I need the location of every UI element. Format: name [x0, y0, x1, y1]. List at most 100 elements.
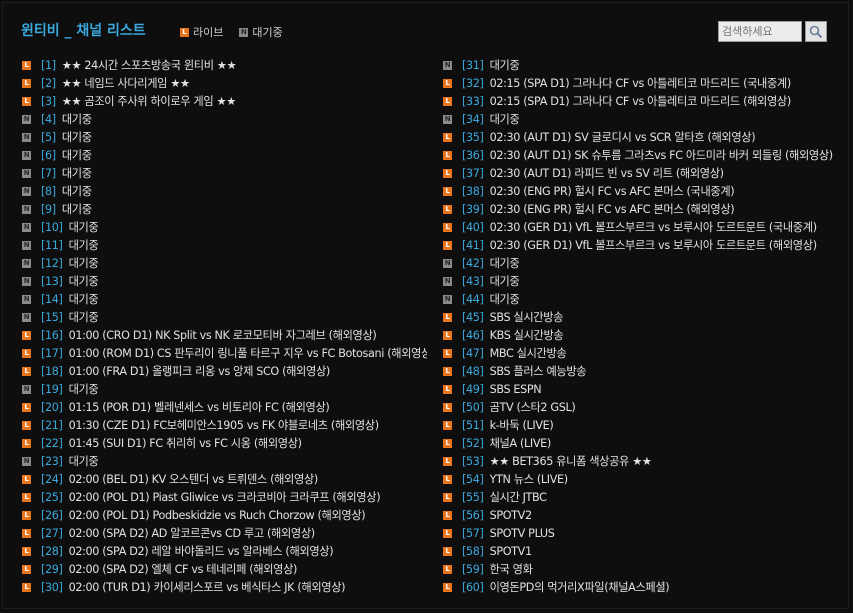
channel-title-link[interactable]: ★★ 24시간 스포츠방송국 윈티비 ★★ — [62, 57, 236, 73]
channel-number[interactable]: [39] — [462, 203, 484, 216]
channel-number[interactable]: [54] — [462, 473, 484, 486]
channel-title-link[interactable]: 한국 영화 — [490, 561, 533, 577]
channel-title-link[interactable]: ★★ 곰조이 주사위 하이로우 게임 ★★ — [62, 93, 236, 109]
channel-number[interactable]: [48] — [462, 365, 484, 378]
channel-number[interactable]: [31] — [462, 59, 484, 72]
channel-title-link[interactable]: 02:00 (BEL D1) KV 오스텐더 vs 트뤼덴스 (해외영상) — [69, 471, 318, 487]
channel-title-link[interactable]: 대기중 — [490, 291, 520, 307]
channel-title-link[interactable]: 02:30 (ENG PR) 헐시 FC vs AFC 본머스 (해외영상) — [490, 201, 735, 217]
channel-number[interactable]: [34] — [462, 113, 484, 126]
channel-row[interactable]: L [18] 01:00 (FRA D1) 올랭피크 리옹 vs 앙제 SCO (해… — [22, 362, 427, 380]
channel-row[interactable]: L [50] 곰TV (스타2 GSL) — [443, 398, 843, 416]
channel-number[interactable]: [53] — [462, 455, 484, 468]
channel-title-link[interactable]: 대기중 — [62, 111, 92, 127]
channel-title-link[interactable]: 대기중 — [62, 165, 92, 181]
channel-title-link[interactable]: SPOTV2 — [490, 509, 532, 522]
channel-number[interactable]: [59] — [462, 563, 484, 576]
channel-title-link[interactable]: 02:00 (SPA D2) 엘체 CF vs 테네리페 (해외영상) — [69, 561, 297, 577]
channel-row[interactable]: L [21] 01:30 (CZE D1) FC보헤미안스1905 vs FK 야블… — [22, 416, 427, 434]
channel-number[interactable]: [55] — [462, 491, 484, 504]
channel-number[interactable]: [30] — [41, 581, 63, 594]
channel-number[interactable]: [8] — [41, 185, 56, 198]
channel-number[interactable]: [18] — [41, 365, 63, 378]
channel-number[interactable]: [1] — [41, 59, 56, 72]
channel-number[interactable]: [33] — [462, 95, 484, 108]
channel-number[interactable]: [35] — [462, 131, 484, 144]
channel-number[interactable]: [41] — [462, 239, 484, 252]
channel-number[interactable]: [43] — [462, 275, 484, 288]
channel-number[interactable]: [20] — [41, 401, 63, 414]
channel-title-link[interactable]: 실시간 JTBC — [490, 489, 547, 505]
channel-row[interactable]: L [26] 02:00 (POL D1) Podbeskidzie vs Ruch… — [22, 506, 427, 524]
channel-number[interactable]: [45] — [462, 311, 484, 324]
channel-row[interactable]: L [25] 02:00 (POL D1) Piast Gliwice vs 크라코… — [22, 488, 427, 506]
channel-number[interactable]: [58] — [462, 545, 484, 558]
channel-title-link[interactable]: MBC 실시간방송 — [490, 345, 567, 361]
channel-number[interactable]: [5] — [41, 131, 56, 144]
channel-title-link[interactable]: 01:45 (SUI D1) FC 취리히 vs FC 시옹 (해외영상) — [69, 435, 302, 451]
channel-row[interactable]: L [16] 01:00 (CRO D1) NK Split vs NK 로코모티바… — [22, 326, 427, 344]
channel-row[interactable]: L [48] SBS 플러스 예능방송 — [443, 362, 843, 380]
channel-title-link[interactable]: 대기중 — [490, 57, 520, 73]
channel-row[interactable]: L [47] MBC 실시간방송 — [443, 344, 843, 362]
channel-row[interactable]: L [32] 02:15 (SPA D1) 그라나다 CF vs 아틀레티코 마드리… — [443, 74, 843, 92]
channel-title-link[interactable]: 01:30 (CZE D1) FC보헤미안스1905 vs FK 야블로네츠 (… — [69, 417, 379, 433]
channel-title-link[interactable]: 02:00 (POL D1) Podbeskidzie vs Ruch Chor… — [69, 507, 366, 523]
channel-row[interactable]: L [1] ★★ 24시간 스포츠방송국 윈티비 ★★ — [22, 56, 427, 74]
channel-title-link[interactable]: 02:30 (GER D1) VfL 볼프스부르크 vs 보루시아 도르트문트 … — [490, 219, 817, 235]
channel-row[interactable]: N [43] 대기중 — [443, 272, 843, 290]
channel-title-link[interactable]: 대기중 — [69, 291, 99, 307]
channel-title-link[interactable]: 곰TV (스타2 GSL) — [490, 399, 576, 415]
channel-number[interactable]: [7] — [41, 167, 56, 180]
channel-title-link[interactable]: 02:30 (AUT D1) 라피드 빈 vs SV 리트 (해외영상) — [490, 165, 724, 181]
channel-title-link[interactable]: 01:00 (CRO D1) NK Split vs NK 로코모티바 자그레브… — [69, 327, 377, 343]
channel-title-link[interactable]: 02:00 (POL D1) Piast Gliwice vs 크라코비아 크라… — [69, 489, 381, 505]
channel-number[interactable]: [14] — [41, 293, 63, 306]
channel-row[interactable]: L [33] 02:15 (SPA D1) 그라나다 CF vs 아틀레티코 마드리… — [443, 92, 843, 110]
channel-number[interactable]: [26] — [41, 509, 63, 522]
channel-number[interactable]: [13] — [41, 275, 63, 288]
channel-number[interactable]: [9] — [41, 203, 56, 216]
channel-row[interactable]: N [11] 대기중 — [22, 236, 427, 254]
channel-row[interactable]: L [40] 02:30 (GER D1) VfL 볼프스부르크 vs 보루시아 도… — [443, 218, 843, 236]
channel-row[interactable]: L [52] 채널A (LIVE) — [443, 434, 843, 452]
channel-title-link[interactable]: 대기중 — [69, 381, 99, 397]
channel-row[interactable]: N [6] 대기중 — [22, 146, 427, 164]
channel-number[interactable]: [44] — [462, 293, 484, 306]
channel-row[interactable]: L [49] SBS ESPN — [443, 380, 843, 398]
channel-row[interactable]: L [29] 02:00 (SPA D2) 엘체 CF vs 테네리페 (해외영상) — [22, 560, 427, 578]
channel-number[interactable]: [2] — [41, 77, 56, 90]
channel-title-link[interactable]: 대기중 — [490, 255, 520, 271]
channel-row[interactable]: L [20] 01:15 (POR D1) 벨레넨세스 vs 비토리아 FC (해외… — [22, 398, 427, 416]
channel-title-link[interactable]: 대기중 — [69, 237, 99, 253]
channel-title-link[interactable]: 02:00 (SPA D2) AD 알코르콘vs CD 루고 (해외영상) — [69, 525, 315, 541]
channel-row[interactable]: L [37] 02:30 (AUT D1) 라피드 빈 vs SV 리트 (해외영상… — [443, 164, 843, 182]
channel-number[interactable]: [25] — [41, 491, 63, 504]
channel-number[interactable]: [12] — [41, 257, 63, 270]
channel-row[interactable]: N [14] 대기중 — [22, 290, 427, 308]
channel-row[interactable]: L [53] ★★ BET365 유니폼 색상공유 ★★ — [443, 452, 843, 470]
channel-title-link[interactable]: SBS 실시간방송 — [490, 309, 564, 325]
channel-number[interactable]: [23] — [41, 455, 63, 468]
channel-number[interactable]: [27] — [41, 527, 63, 540]
channel-row[interactable]: N [10] 대기중 — [22, 218, 427, 236]
channel-number[interactable]: [52] — [462, 437, 484, 450]
channel-row[interactable]: N [9] 대기중 — [22, 200, 427, 218]
channel-row[interactable]: L [28] 02:00 (SPA D2) 레알 바야돌리드 vs 알라베스 (해외… — [22, 542, 427, 560]
channel-title-link[interactable]: 대기중 — [62, 183, 92, 199]
channel-title-link[interactable]: 01:15 (POR D1) 벨레넨세스 vs 비토리아 FC (해외영상) — [69, 399, 330, 415]
channel-number[interactable]: [36] — [462, 149, 484, 162]
channel-number[interactable]: [47] — [462, 347, 484, 360]
channel-row[interactable]: L [36] 02:30 (AUT D1) SK 슈투름 그라츠vs FC 아드미라… — [443, 146, 843, 164]
channel-row[interactable]: N [5] 대기중 — [22, 128, 427, 146]
channel-number[interactable]: [19] — [41, 383, 63, 396]
channel-row[interactable]: L [39] 02:30 (ENG PR) 헐시 FC vs AFC 본머스 (해외… — [443, 200, 843, 218]
channel-number[interactable]: [60] — [462, 581, 484, 594]
channel-title-link[interactable]: 01:00 (FRA D1) 올랭피크 리옹 vs 앙제 SCO (해외영상) — [69, 363, 330, 379]
channel-title-link[interactable]: 02:00 (SPA D2) 레알 바야돌리드 vs 알라베스 (해외영상) — [69, 543, 334, 559]
channel-number[interactable]: [38] — [462, 185, 484, 198]
channel-row[interactable]: L [35] 02:30 (AUT D1) SV 글로디시 vs SCR 알타흐 (… — [443, 128, 843, 146]
channel-row[interactable]: L [57] SPOTV PLUS — [443, 524, 843, 542]
channel-title-link[interactable]: 02:30 (AUT D1) SV 글로디시 vs SCR 알타흐 (해외영상) — [490, 129, 756, 145]
channel-title-link[interactable]: 대기중 — [69, 309, 99, 325]
